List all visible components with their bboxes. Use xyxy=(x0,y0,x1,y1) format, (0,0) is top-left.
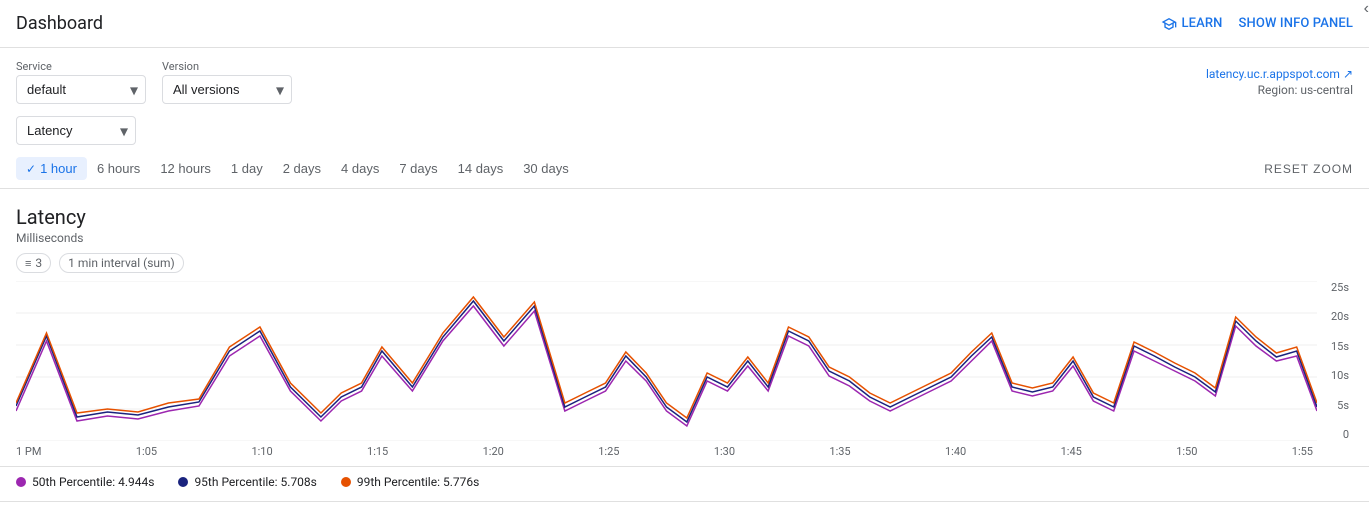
legend-item-99th: 99th Percentile: 5.776s xyxy=(341,475,479,489)
filter-count: 3 xyxy=(35,256,42,270)
metric-select[interactable]: Latency Traffic Errors xyxy=(16,116,136,145)
x-label-115: 1:15 xyxy=(367,445,388,458)
check-icon: ✓ xyxy=(26,162,36,176)
x-label-130: 1:30 xyxy=(714,445,735,458)
chart-container: Latency Milliseconds ≡ 3 1 min interval … xyxy=(0,189,1369,458)
legend-label-95th: 95th Percentile: 5.708s xyxy=(194,475,316,489)
version-select[interactable]: All versions v1 v2 xyxy=(162,75,292,104)
service-label: Service xyxy=(16,60,146,73)
chart-title: Latency xyxy=(16,205,1353,229)
time-btn-30days[interactable]: 30 days xyxy=(513,157,579,180)
header-actions: LEARN SHOW INFO PANEL xyxy=(1161,16,1353,32)
time-btn-4days[interactable]: 4 days xyxy=(331,157,389,180)
chart-area: 25s 20s 15s 10s 5s 0 xyxy=(16,281,1353,441)
time-btn-6hours-label: 6 hours xyxy=(97,161,140,176)
filter-icon: ≡ xyxy=(25,257,31,270)
time-btn-7days[interactable]: 7 days xyxy=(389,157,447,180)
percentile-50-line xyxy=(16,306,1317,426)
x-axis-labels: 1 PM 1:05 1:10 1:15 1:20 1:25 1:30 1:35 … xyxy=(16,441,1353,458)
chart-subtitle: Milliseconds xyxy=(16,231,1353,245)
graduation-icon xyxy=(1161,16,1177,32)
legend-item-95th: 95th Percentile: 5.708s xyxy=(178,475,316,489)
x-label-1pm: 1 PM xyxy=(16,445,41,458)
external-link-icon: ↗ xyxy=(1343,67,1353,81)
time-btn-12hours-label: 12 hours xyxy=(160,161,211,176)
show-info-panel-button[interactable]: SHOW INFO PANEL xyxy=(1239,16,1353,31)
time-btn-1day-label: 1 day xyxy=(231,161,263,176)
legend-dot-99th xyxy=(341,477,351,487)
service-select-group: Service default worker api ▾ xyxy=(16,60,146,104)
time-btn-1hour-label: 1 hour xyxy=(40,161,77,176)
y-axis-labels: 25s 20s 15s 10s 5s 0 xyxy=(1317,281,1353,441)
header: Dashboard LEARN SHOW INFO PANEL xyxy=(0,0,1369,48)
time-btn-14days[interactable]: 14 days xyxy=(448,157,514,180)
time-range-row: ✓ 1 hour 6 hours 12 hours 1 day 2 days 4… xyxy=(0,153,1369,189)
y-label-0: 0 xyxy=(1321,428,1349,441)
time-range-buttons: ✓ 1 hour 6 hours 12 hours 1 day 2 days 4… xyxy=(16,157,579,180)
page-title: Dashboard xyxy=(16,13,103,34)
x-label-150: 1:50 xyxy=(1176,445,1197,458)
time-btn-1hour[interactable]: ✓ 1 hour xyxy=(16,157,87,180)
time-btn-7days-label: 7 days xyxy=(399,161,437,176)
x-label-140: 1:40 xyxy=(945,445,966,458)
time-btn-2days-label: 2 days xyxy=(283,161,321,176)
x-label-155: 1:55 xyxy=(1292,445,1313,458)
filter-badge[interactable]: ≡ 3 xyxy=(16,253,51,273)
region-link[interactable]: latency.uc.r.appspot.com ↗ xyxy=(1206,67,1353,81)
time-btn-14days-label: 14 days xyxy=(458,161,504,176)
legend-dot-95th xyxy=(178,477,188,487)
service-select[interactable]: default worker api xyxy=(16,75,146,104)
legend-dot-50th xyxy=(16,477,26,487)
chart-controls: ≡ 3 1 min interval (sum) ‹ xyxy=(16,253,1353,273)
x-label-120: 1:20 xyxy=(483,445,504,458)
service-select-wrapper: default worker api ▾ xyxy=(16,75,146,104)
time-btn-6hours[interactable]: 6 hours xyxy=(87,157,150,180)
region-text: Region: us-central xyxy=(1206,83,1353,97)
learn-button[interactable]: LEARN xyxy=(1161,16,1222,32)
legend-row: 50th Percentile: 4.944s 95th Percentile:… xyxy=(0,466,1369,497)
learn-label: LEARN xyxy=(1181,16,1222,31)
bottom-border xyxy=(0,501,1369,502)
y-label-20s: 20s xyxy=(1321,310,1349,323)
controls-left: Service default worker api ▾ Version All… xyxy=(16,60,292,104)
legend-label-99th: 99th Percentile: 5.776s xyxy=(357,475,479,489)
chart-svg xyxy=(16,281,1317,441)
controls-row: Service default worker api ▾ Version All… xyxy=(0,48,1369,112)
x-label-125: 1:25 xyxy=(598,445,619,458)
time-btn-12hours[interactable]: 12 hours xyxy=(150,157,221,180)
x-label-135: 1:35 xyxy=(829,445,850,458)
metric-select-wrapper: Latency Traffic Errors ▾ xyxy=(16,116,136,145)
version-label: Version xyxy=(162,60,292,73)
time-btn-4days-label: 4 days xyxy=(341,161,379,176)
x-label-145: 1:45 xyxy=(1061,445,1082,458)
y-label-5s: 5s xyxy=(1321,399,1349,412)
controls-right: latency.uc.r.appspot.com ↗ Region: us-ce… xyxy=(1206,67,1353,97)
version-select-wrapper: All versions v1 v2 ▾ xyxy=(162,75,292,104)
legend-label-50th: 50th Percentile: 4.944s xyxy=(32,475,154,489)
time-btn-2days[interactable]: 2 days xyxy=(273,157,331,180)
x-label-105: 1:05 xyxy=(136,445,157,458)
time-btn-30days-label: 30 days xyxy=(523,161,569,176)
version-select-group: Version All versions v1 v2 ▾ xyxy=(162,60,292,104)
y-label-10s: 10s xyxy=(1321,369,1349,382)
y-label-15s: 15s xyxy=(1321,340,1349,353)
region-link-text: latency.uc.r.appspot.com xyxy=(1206,67,1340,81)
legend-item-50th: 50th Percentile: 4.944s xyxy=(16,475,154,489)
percentile-99-line xyxy=(16,297,1317,418)
y-label-25s: 25s xyxy=(1321,281,1349,294)
time-btn-1day[interactable]: 1 day xyxy=(221,157,273,180)
interval-badge: 1 min interval (sum) xyxy=(59,253,184,273)
reset-zoom-button[interactable]: RESET ZOOM xyxy=(1264,162,1353,176)
x-label-110: 1:10 xyxy=(251,445,272,458)
collapse-chart-button[interactable]: ‹ xyxy=(1364,0,1369,18)
metric-selector-row: Latency Traffic Errors ▾ xyxy=(0,112,1369,153)
